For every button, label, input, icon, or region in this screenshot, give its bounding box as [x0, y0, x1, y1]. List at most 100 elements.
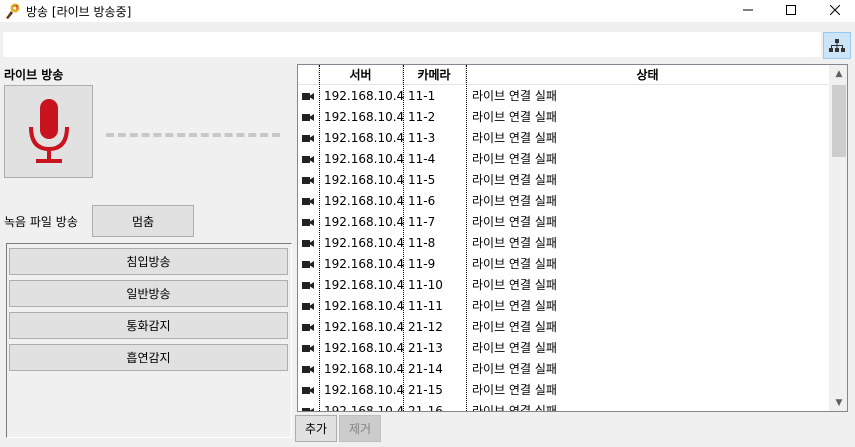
cell-camera: 11-10 — [408, 278, 443, 292]
cell-camera: 21-13 — [408, 341, 443, 355]
cell-status: 라이브 연결 실패 — [472, 110, 557, 124]
header-status[interactable]: 상태 — [466, 65, 829, 85]
vertical-scrollbar[interactable]: ▲ ▼ — [829, 65, 847, 411]
cell-camera: 21-16 — [408, 404, 443, 412]
cell-server: 192.168.10.4 — [324, 257, 405, 271]
network-tree-icon — [829, 38, 845, 52]
cell-server: 192.168.10.4 — [324, 320, 405, 334]
maximize-icon — [786, 5, 796, 15]
cell-status: 라이브 연결 실패 — [472, 89, 557, 103]
cell-status: 라이브 연결 실패 — [472, 215, 557, 229]
table-row[interactable]: 192.168.10.4 11-1 라이브 연결 실패 — [298, 86, 829, 107]
cell-status: 라이브 연결 실패 — [472, 152, 557, 166]
table-row[interactable]: 192.168.10.4 21-14 라이브 연결 실패 — [298, 359, 829, 380]
group-button-smoking-detect[interactable]: 흡연감지 — [9, 344, 288, 371]
cell-server: 192.168.10.4 — [324, 173, 405, 187]
cell-status: 라이브 연결 실패 — [472, 173, 557, 187]
group-button-general[interactable]: 일반방송 — [9, 280, 288, 307]
cell-server: 192.168.10.4 — [324, 278, 405, 292]
address-input[interactable] — [2, 31, 822, 58]
video-camera-icon — [302, 177, 314, 184]
video-camera-icon — [302, 156, 314, 163]
header-camera[interactable]: 카메라 — [403, 65, 466, 85]
cell-camera: 11-3 — [408, 131, 436, 145]
window-title: 방송 [라이브 방송중] — [26, 5, 132, 19]
video-camera-icon — [302, 303, 314, 310]
scroll-down-icon[interactable]: ▼ — [830, 394, 847, 411]
close-button[interactable] — [815, 0, 855, 20]
table-row[interactable]: 192.168.10.4 11-10 라이브 연결 실패 — [298, 275, 829, 296]
table-header: 서버 카메라 상태 — [298, 65, 829, 85]
cell-server: 192.168.10.4 — [324, 362, 405, 376]
cell-camera: 11-11 — [408, 299, 443, 313]
cell-camera: 21-15 — [408, 383, 443, 397]
cell-camera: 21-12 — [408, 320, 443, 334]
scroll-up-icon[interactable]: ▲ — [830, 65, 847, 82]
cell-status: 라이브 연결 실패 — [472, 236, 557, 250]
cell-camera: 11-1 — [408, 89, 436, 103]
video-camera-icon — [302, 240, 314, 247]
table-row[interactable]: 192.168.10.4 11-8 라이브 연결 실패 — [298, 233, 829, 254]
video-camera-icon — [302, 93, 314, 100]
cell-server: 192.168.10.4 — [324, 131, 405, 145]
app-icon — [6, 3, 20, 19]
video-camera-icon — [302, 114, 314, 121]
cell-server: 192.168.10.4 — [324, 215, 405, 229]
camera-table[interactable]: 서버 카메라 상태 192.168.10.4 11-1 라이브 연결 실패 192.1… — [297, 64, 848, 412]
close-icon — [830, 5, 840, 15]
table-body: 192.168.10.4 11-1 라이브 연결 실패 192.168.10.4 11-… — [298, 86, 829, 412]
video-camera-icon — [302, 366, 314, 373]
table-row[interactable]: 192.168.10.4 11-5 라이브 연결 실패 — [298, 170, 829, 191]
maximize-button[interactable] — [771, 0, 811, 20]
group-button-intrusion[interactable]: 침입방송 — [9, 248, 288, 275]
cell-server: 192.168.10.4 — [324, 110, 405, 124]
column-divider — [466, 65, 467, 411]
table-row[interactable]: 192.168.10.4 21-12 라이브 연결 실패 — [298, 317, 829, 338]
add-button[interactable]: 추가 — [295, 415, 337, 442]
cell-camera: 11-5 — [408, 173, 436, 187]
table-row[interactable]: 192.168.10.4 11-6 라이브 연결 실패 — [298, 191, 829, 212]
table-row[interactable]: 192.168.10.4 21-16 라이브 연결 실패 — [298, 401, 829, 412]
cell-camera: 11-7 — [408, 215, 436, 229]
table-row[interactable]: 192.168.10.4 11-4 라이브 연결 실패 — [298, 149, 829, 170]
header-icon-col — [298, 65, 319, 85]
table-row[interactable]: 192.168.10.4 11-9 라이브 연결 실패 — [298, 254, 829, 275]
table-row[interactable]: 192.168.10.4 11-11 라이브 연결 실패 — [298, 296, 829, 317]
video-camera-icon — [302, 345, 314, 352]
video-camera-icon — [302, 387, 314, 394]
column-divider — [403, 65, 404, 411]
table-row[interactable]: 192.168.10.4 21-15 라이브 연결 실패 — [298, 380, 829, 401]
cell-status: 라이브 연결 실패 — [472, 383, 557, 397]
remove-button: 제거 — [339, 415, 381, 442]
network-tree-button[interactable] — [823, 32, 851, 59]
stop-button[interactable]: 멈춤 — [92, 205, 194, 237]
cell-camera: 11-9 — [408, 257, 436, 271]
video-camera-icon — [302, 261, 314, 268]
table-row[interactable]: 192.168.10.4 11-2 라이브 연결 실패 — [298, 107, 829, 128]
cell-camera: 21-14 — [408, 362, 443, 376]
video-camera-icon — [302, 282, 314, 289]
column-divider — [319, 65, 320, 411]
microphone-icon — [28, 98, 69, 163]
cell-server: 192.168.10.4 — [324, 341, 405, 355]
live-microphone-button[interactable] — [4, 85, 93, 178]
cell-status: 라이브 연결 실패 — [472, 194, 557, 208]
table-row[interactable]: 192.168.10.4 11-7 라이브 연결 실패 — [298, 212, 829, 233]
minimize-icon — [743, 9, 753, 11]
group-button-call-detect[interactable]: 통화감지 — [9, 312, 288, 339]
video-camera-icon — [302, 198, 314, 205]
cell-camera: 11-8 — [408, 236, 436, 250]
scroll-thumb[interactable] — [832, 85, 846, 157]
header-server[interactable]: 서버 — [319, 65, 403, 85]
minimize-button[interactable] — [728, 0, 768, 20]
cell-server: 192.168.10.4 — [324, 383, 405, 397]
cell-status: 라이브 연결 실패 — [472, 299, 557, 313]
cell-status: 라이브 연결 실패 — [472, 362, 557, 376]
table-row[interactable]: 192.168.10.4 11-3 라이브 연결 실패 — [298, 128, 829, 149]
cell-server: 192.168.10.4 — [324, 404, 405, 412]
cell-camera: 11-6 — [408, 194, 436, 208]
cell-status: 라이브 연결 실패 — [472, 131, 557, 145]
table-row[interactable]: 192.168.10.4 21-13 라이브 연결 실패 — [298, 338, 829, 359]
cell-server: 192.168.10.4 — [324, 152, 405, 166]
video-camera-icon — [302, 135, 314, 142]
